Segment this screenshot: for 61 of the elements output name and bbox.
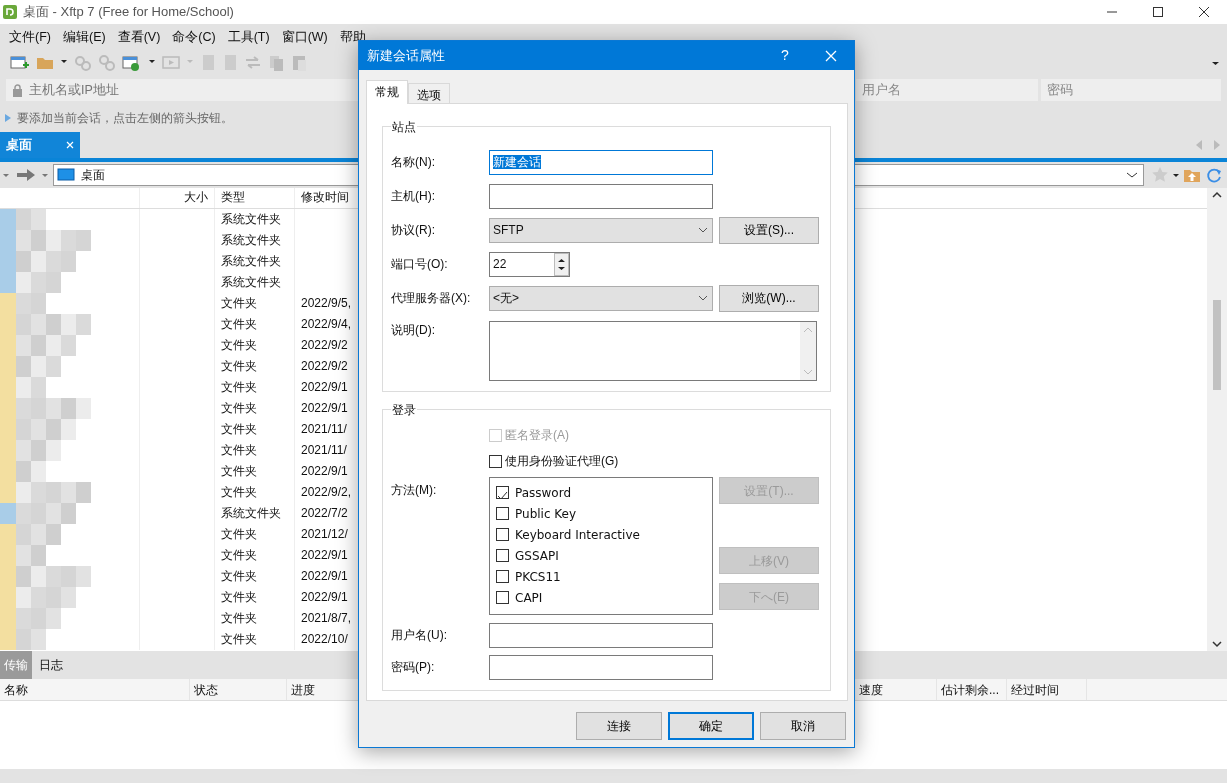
table-cell: 2022/9/1 [301, 548, 348, 562]
table-cell: 文件夹 [215, 629, 295, 650]
table-cell: 2021/11/ [301, 422, 347, 436]
table-cell: 系统文件夹 [215, 251, 295, 272]
window-title: 桌面 - Xftp 7 (Free for Home/School) [23, 3, 235, 22]
group-label: 登录 [391, 401, 417, 419]
table-cell: 2021/11/ [301, 443, 347, 457]
checkbox-label: Keyboard Interactive [515, 526, 640, 544]
field-label: 用户名(U): [391, 627, 448, 644]
table-cell: 2022/9/1 [301, 590, 348, 604]
table-cell: 文件夹 [215, 545, 295, 566]
table-cell: 文件夹 [215, 440, 295, 461]
field-label: 密码(P): [391, 659, 436, 676]
table-cell: 2022/9/1 [301, 464, 348, 478]
table-cell: 2022/9/1 [301, 569, 348, 583]
checkbox-label: Public Key [515, 505, 577, 523]
dialog-title: 新建会话属性 [367, 46, 446, 65]
field-label: 密码 [1047, 81, 1073, 99]
table-cell: 2021/8/7, [301, 611, 352, 625]
table-cell: 文件夹 [215, 524, 295, 545]
table-cell: 2022/9/2 [301, 338, 348, 352]
table-cell: 2022/9/5, [301, 296, 352, 310]
group-label: 站点 [391, 118, 417, 136]
table-cell: 文件夹 [215, 461, 295, 482]
table-cell: 文件夹 [215, 293, 295, 314]
field-label: 说明(D): [391, 322, 436, 339]
table-cell: 文件夹 [215, 608, 295, 629]
table-cell: 2022/9/2 [301, 359, 348, 373]
table-cell: 2022/9/2, [301, 485, 352, 499]
table-cell: 2022/9/1 [301, 380, 348, 394]
field-label: 主机(H): [391, 188, 436, 205]
table-cell: 文件夹 [215, 587, 295, 608]
checkbox-label: GSSAPI [515, 547, 559, 565]
field-label: 协议(R): [391, 222, 436, 239]
checkbox-label: Password [515, 484, 572, 502]
table-cell: 2022/10/ [301, 632, 348, 646]
table-cell: 系统文件夹 [215, 209, 295, 230]
hint-text: 要添加当前会话，点击左侧的箭头按钮。 [17, 110, 233, 127]
checkbox-label: CAPI [515, 589, 543, 607]
field-label: 端口号(O): [391, 256, 449, 273]
table-cell: 2022/7/2 [301, 506, 348, 520]
table-cell: 文件夹 [215, 398, 295, 419]
field-label: 用户名 [862, 81, 901, 99]
table-cell: 文件夹 [215, 335, 295, 356]
table-cell: 2021/12/ [301, 527, 348, 541]
table-cell: 文件夹 [215, 377, 295, 398]
table-cell: 文件夹 [215, 566, 295, 587]
field-label: 方法(M): [391, 482, 438, 499]
checkbox-label: PKCS11 [515, 568, 561, 586]
table-cell: 文件夹 [215, 419, 295, 440]
table-cell: 文件夹 [215, 356, 295, 377]
table-cell: 文件夹 [215, 314, 295, 335]
table-cell: 2022/9/1 [301, 401, 348, 415]
table-cell: 系统文件夹 [215, 272, 295, 293]
field-label: 代理服务器(X): [391, 290, 472, 307]
table-cell: 2022/9/4, [301, 317, 352, 331]
checkbox-label: 匿名登录(A) [505, 427, 569, 444]
table-cell: 文件夹 [215, 482, 295, 503]
table-cell: 系统文件夹 [215, 230, 295, 251]
checkbox-label: 使用身份验证代理(G) [505, 453, 619, 470]
table-cell: 系统文件夹 [215, 503, 295, 524]
